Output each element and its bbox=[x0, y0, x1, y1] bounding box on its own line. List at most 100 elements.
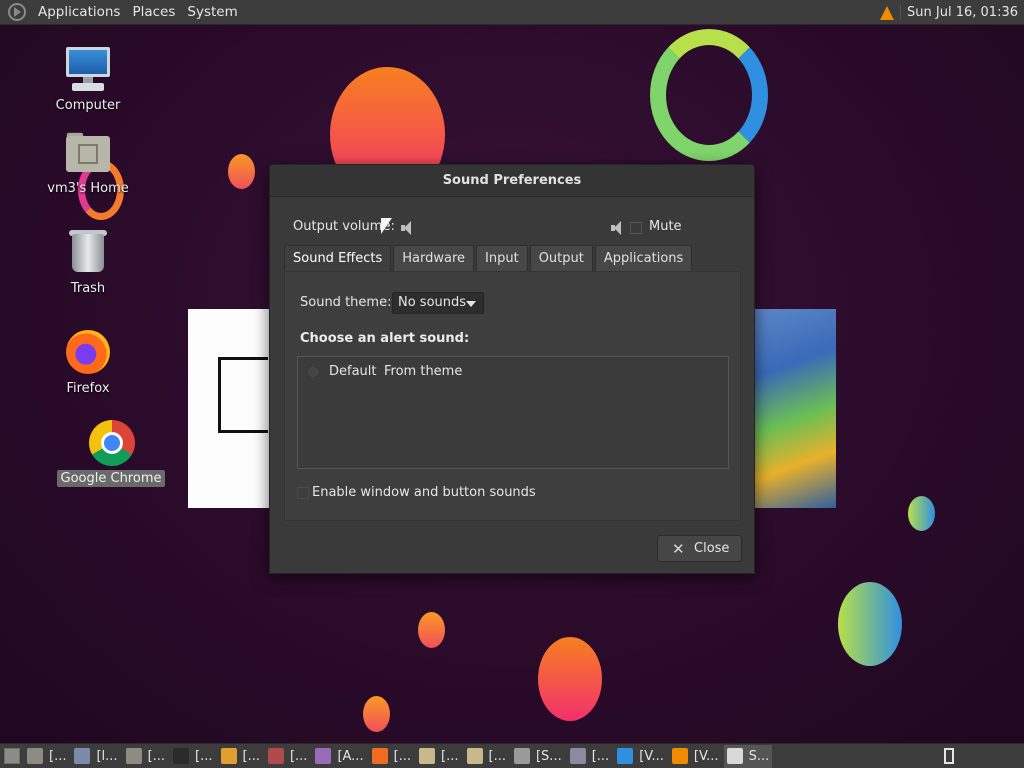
vlc-tray-icon[interactable] bbox=[880, 5, 895, 20]
decor-ring bbox=[650, 29, 768, 161]
mute-checkbox[interactable] bbox=[630, 222, 642, 234]
alert-sound-radio[interactable] bbox=[308, 367, 318, 377]
alert-sound-list[interactable]: Default From theme bbox=[297, 356, 729, 469]
taskbar-button-label: [l... bbox=[96, 748, 118, 764]
taskbar-button[interactable]: [V... bbox=[669, 745, 722, 768]
mute-label[interactable]: Mute bbox=[649, 219, 682, 234]
vscode-icon bbox=[617, 748, 634, 764]
taskbar-button[interactable]: [... bbox=[464, 745, 509, 768]
alert-sound-heading: Choose an alert sound: bbox=[300, 331, 470, 346]
trash-icon bbox=[64, 228, 112, 276]
desktop-icon-label: Google Chrome bbox=[56, 470, 166, 487]
tab-applications[interactable]: Applications bbox=[594, 245, 693, 272]
window-icon bbox=[513, 748, 530, 764]
tab-hardware[interactable]: Hardware bbox=[393, 245, 475, 272]
top-panel: Applications Places System Sun Jul 16, 0… bbox=[0, 0, 1024, 25]
vlc-icon bbox=[671, 748, 688, 764]
mouse-pointer-icon bbox=[381, 218, 392, 234]
taskbar-button-label: [... bbox=[441, 748, 459, 764]
taskbar-button-label: S... bbox=[748, 748, 770, 764]
taskbar-button[interactable]: [... bbox=[567, 745, 612, 768]
dialog-title[interactable]: Sound Preferences bbox=[270, 165, 754, 197]
taskbar-button[interactable]: [... bbox=[369, 745, 414, 768]
document-icon bbox=[466, 748, 483, 764]
workspace-switcher[interactable] bbox=[944, 748, 954, 764]
tab-bar: Sound Effects Hardware Input Output Appl… bbox=[284, 245, 694, 272]
tab-input[interactable]: Input bbox=[476, 245, 528, 272]
scanner-icon bbox=[74, 748, 91, 764]
dropdown-arrow-icon bbox=[466, 301, 476, 307]
menu-places[interactable]: Places bbox=[126, 4, 181, 20]
firefox-icon bbox=[64, 328, 112, 376]
decor-orange-small-bottom bbox=[363, 696, 390, 732]
desktop-icon-chrome[interactable]: Google Chrome bbox=[56, 418, 166, 487]
sound-effects-panel: Sound theme: No sounds Choose an alert s… bbox=[284, 271, 741, 521]
output-volume-row: Output volume: Mute bbox=[293, 218, 733, 238]
taskbar-button[interactable]: [... bbox=[24, 745, 69, 768]
taskbar-button[interactable]: [l... bbox=[71, 745, 120, 768]
background-window-right[interactable] bbox=[754, 309, 836, 508]
menu-system[interactable]: System bbox=[181, 4, 243, 20]
folder-icon bbox=[27, 748, 43, 764]
clock[interactable]: Sun Jul 16, 01:36 bbox=[900, 5, 1018, 20]
desktop-icon-label: Firefox bbox=[66, 381, 110, 396]
alert-sound-row[interactable]: Default From theme bbox=[298, 363, 728, 381]
applications-logo-icon[interactable] bbox=[8, 3, 26, 21]
alert-sound-name: Default bbox=[329, 364, 377, 379]
decor-small-orange bbox=[228, 154, 255, 189]
taskbar-button[interactable]: [... bbox=[265, 745, 310, 768]
taskbar-button[interactable]: [... bbox=[416, 745, 461, 768]
terminal-icon bbox=[173, 748, 190, 764]
taskbar-button-label: [... bbox=[242, 748, 260, 764]
decor-orange-large bbox=[538, 637, 602, 721]
tab-output[interactable]: Output bbox=[529, 245, 593, 272]
close-button[interactable]: ✕ Close bbox=[657, 535, 742, 562]
tab-sound-effects[interactable]: Sound Effects bbox=[284, 245, 392, 272]
taskbar-button[interactable]: S... bbox=[723, 744, 773, 768]
computer-icon bbox=[64, 45, 112, 93]
enable-sounds-checkbox[interactable] bbox=[297, 487, 309, 499]
taskbar-button[interactable]: [... bbox=[170, 745, 215, 768]
taskbar-button-label: [... bbox=[591, 748, 610, 764]
document-icon bbox=[419, 748, 436, 764]
firefox-icon bbox=[371, 748, 388, 764]
desktop-icon-home[interactable]: vm3's Home bbox=[38, 128, 138, 197]
volume-high-icon bbox=[611, 221, 625, 235]
close-button-label: Close bbox=[694, 541, 730, 556]
desktop-icon-firefox[interactable]: Firefox bbox=[38, 328, 138, 397]
volume-low-icon bbox=[401, 221, 415, 235]
decor-green-blue bbox=[908, 496, 935, 531]
taskbar-button-label: [V... bbox=[693, 748, 719, 764]
show-desktop-icon[interactable] bbox=[4, 748, 20, 764]
sound-theme-dropdown[interactable]: No sounds bbox=[392, 292, 484, 314]
sound-theme-label: Sound theme: bbox=[300, 295, 392, 310]
desktop-icon-trash[interactable]: Trash bbox=[38, 228, 138, 297]
taskbar-button-label: [V... bbox=[639, 748, 664, 764]
document-shape bbox=[218, 357, 268, 433]
taskbar-button[interactable]: [... bbox=[123, 745, 168, 768]
taskbar-button-label: [... bbox=[147, 748, 166, 764]
home-folder-icon bbox=[64, 128, 112, 176]
decor-green-blue-large bbox=[838, 582, 902, 666]
taskbar-button[interactable]: [... bbox=[218, 745, 263, 768]
desktop-icon-label: vm3's Home bbox=[47, 181, 129, 196]
desktop-icon-computer[interactable]: Computer bbox=[38, 45, 138, 114]
close-icon: ✕ bbox=[672, 540, 685, 558]
enable-sounds-label[interactable]: Enable window and button sounds bbox=[312, 485, 536, 500]
desktop-icon-label: Trash bbox=[70, 281, 106, 296]
taskbar-button-label: [... bbox=[49, 748, 67, 764]
chrome-icon bbox=[87, 418, 135, 466]
taskbar-button-label: [... bbox=[195, 748, 213, 764]
decor-orange-medium bbox=[418, 612, 445, 648]
taskbar-button-label: [... bbox=[289, 748, 308, 764]
menu-applications[interactable]: Applications bbox=[32, 4, 126, 20]
sound-theme-value: No sounds bbox=[398, 295, 467, 310]
taskbar-button[interactable]: [S... bbox=[511, 745, 565, 768]
task-list: [... [l... [... [... [... [... [A... [... [... [.… bbox=[24, 744, 774, 768]
taskbar-button-label: [S... bbox=[535, 748, 562, 764]
media-icon bbox=[569, 748, 586, 764]
taskbar-button[interactable]: [V... bbox=[614, 745, 667, 768]
background-window-left[interactable] bbox=[188, 309, 270, 508]
taskbar-button[interactable]: [A... bbox=[312, 745, 366, 768]
taskbar: [... [l... [... [... [... [... [A... [... [... [.… bbox=[0, 743, 1024, 768]
